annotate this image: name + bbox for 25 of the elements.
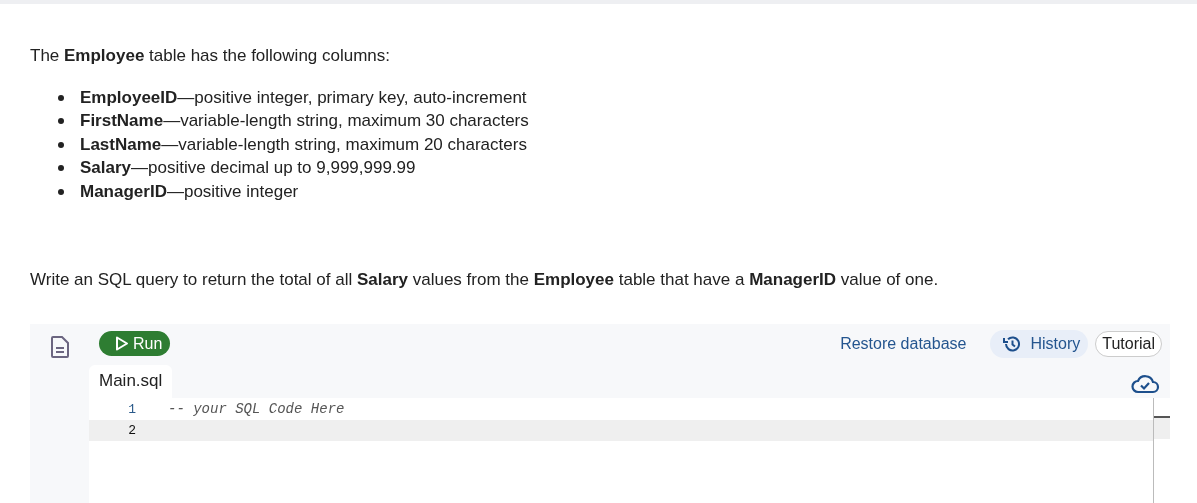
document-icon[interactable] bbox=[50, 335, 69, 358]
cloud-check-icon bbox=[1130, 373, 1160, 394]
question-text: Write an SQL query to return the total of all Salary values from the Employee table that have a ManagerID value of one. bbox=[30, 269, 940, 290]
bullet-icon bbox=[58, 94, 64, 101]
column-description: Salary—positive decimal up to 9,999,999.99 bbox=[80, 158, 416, 179]
line-number: 2 bbox=[127, 422, 136, 438]
bullet-icon bbox=[58, 118, 64, 125]
file-tab[interactable]: Main.sql bbox=[89, 364, 173, 398]
code-line[interactable]: 1 -- your SQL Code Here bbox=[89, 398, 1153, 420]
code-comment: -- your SQL Code Here bbox=[168, 401, 345, 417]
intro-text: The Employee table has the following columns: bbox=[30, 46, 392, 66]
history-button[interactable]: History bbox=[990, 329, 1089, 358]
column-description: ManagerID—positive integer bbox=[80, 181, 299, 202]
bullet-icon bbox=[58, 165, 64, 172]
tutorial-button[interactable]: Tutorial bbox=[1095, 330, 1162, 357]
bullet-icon bbox=[58, 188, 64, 195]
column-description: LastName—variable-length string, maximum 20 characters bbox=[80, 134, 527, 155]
restore-database-link[interactable]: Restore database bbox=[840, 334, 967, 353]
bullet-icon bbox=[58, 141, 64, 148]
column-description: FirstName—variable-length string, maximum 30 characters bbox=[80, 111, 529, 132]
history-icon bbox=[1002, 333, 1023, 354]
run-button[interactable]: Run bbox=[99, 331, 171, 356]
line-number: 1 bbox=[127, 401, 136, 417]
column-description: EmployeeID—positive integer, primary key, auto-increment bbox=[80, 87, 527, 108]
play-icon bbox=[115, 336, 129, 351]
